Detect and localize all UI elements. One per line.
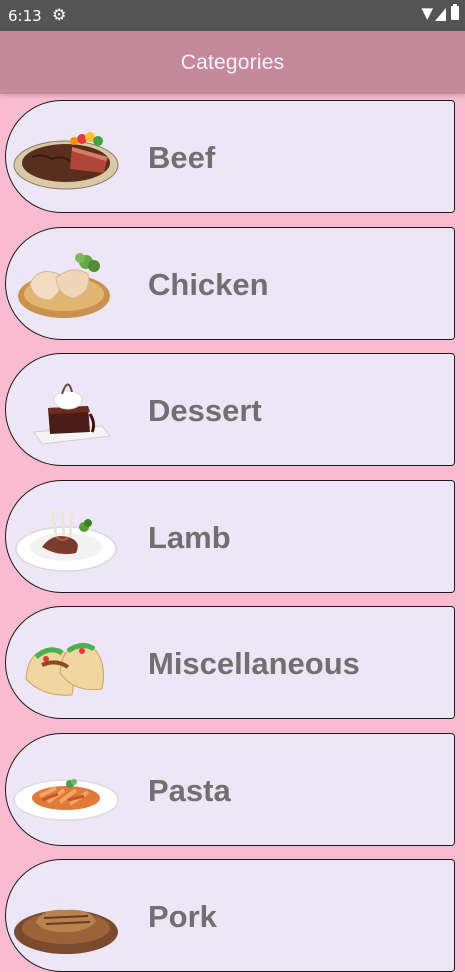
category-card-pasta[interactable]: Pasta [5, 733, 455, 846]
status-icons: ▼ [421, 4, 459, 22]
wifi-icon: ▼ [421, 4, 433, 22]
category-label: Beef [148, 139, 216, 175]
app-bar: Categories [0, 31, 465, 94]
pork-chop-icon [14, 909, 118, 954]
settings-gear-icon: ⚙ [52, 5, 67, 24]
tacos-icon [25, 643, 104, 696]
category-label: Dessert [148, 392, 262, 428]
category-label: Lamb [148, 519, 231, 555]
category-label: Pork [148, 898, 217, 934]
category-card-pork[interactable]: Pork [5, 859, 455, 972]
lamb-chops-icon [15, 510, 117, 572]
status-bar: 6:13 ⚙ ▼ [0, 0, 465, 31]
page-title: Categories [180, 50, 285, 74]
beef-steak-icon [13, 132, 119, 190]
category-card-miscellaneous[interactable]: Miscellaneous [5, 606, 455, 719]
battery-icon [451, 4, 459, 20]
category-label: Miscellaneous [148, 645, 360, 681]
chicken-icon [18, 253, 110, 318]
category-card-beef[interactable]: Beef [5, 100, 455, 213]
signal-icon [435, 7, 446, 21]
status-time: 6:13 [8, 7, 42, 25]
category-label: Chicken [148, 266, 269, 302]
category-label: Pasta [148, 772, 231, 808]
category-card-dessert[interactable]: Dessert [5, 353, 455, 466]
category-card-lamb[interactable]: Lamb [5, 480, 455, 593]
dessert-icon [33, 383, 111, 445]
pasta-icon [13, 779, 119, 821]
category-card-chicken[interactable]: Chicken [5, 227, 455, 340]
